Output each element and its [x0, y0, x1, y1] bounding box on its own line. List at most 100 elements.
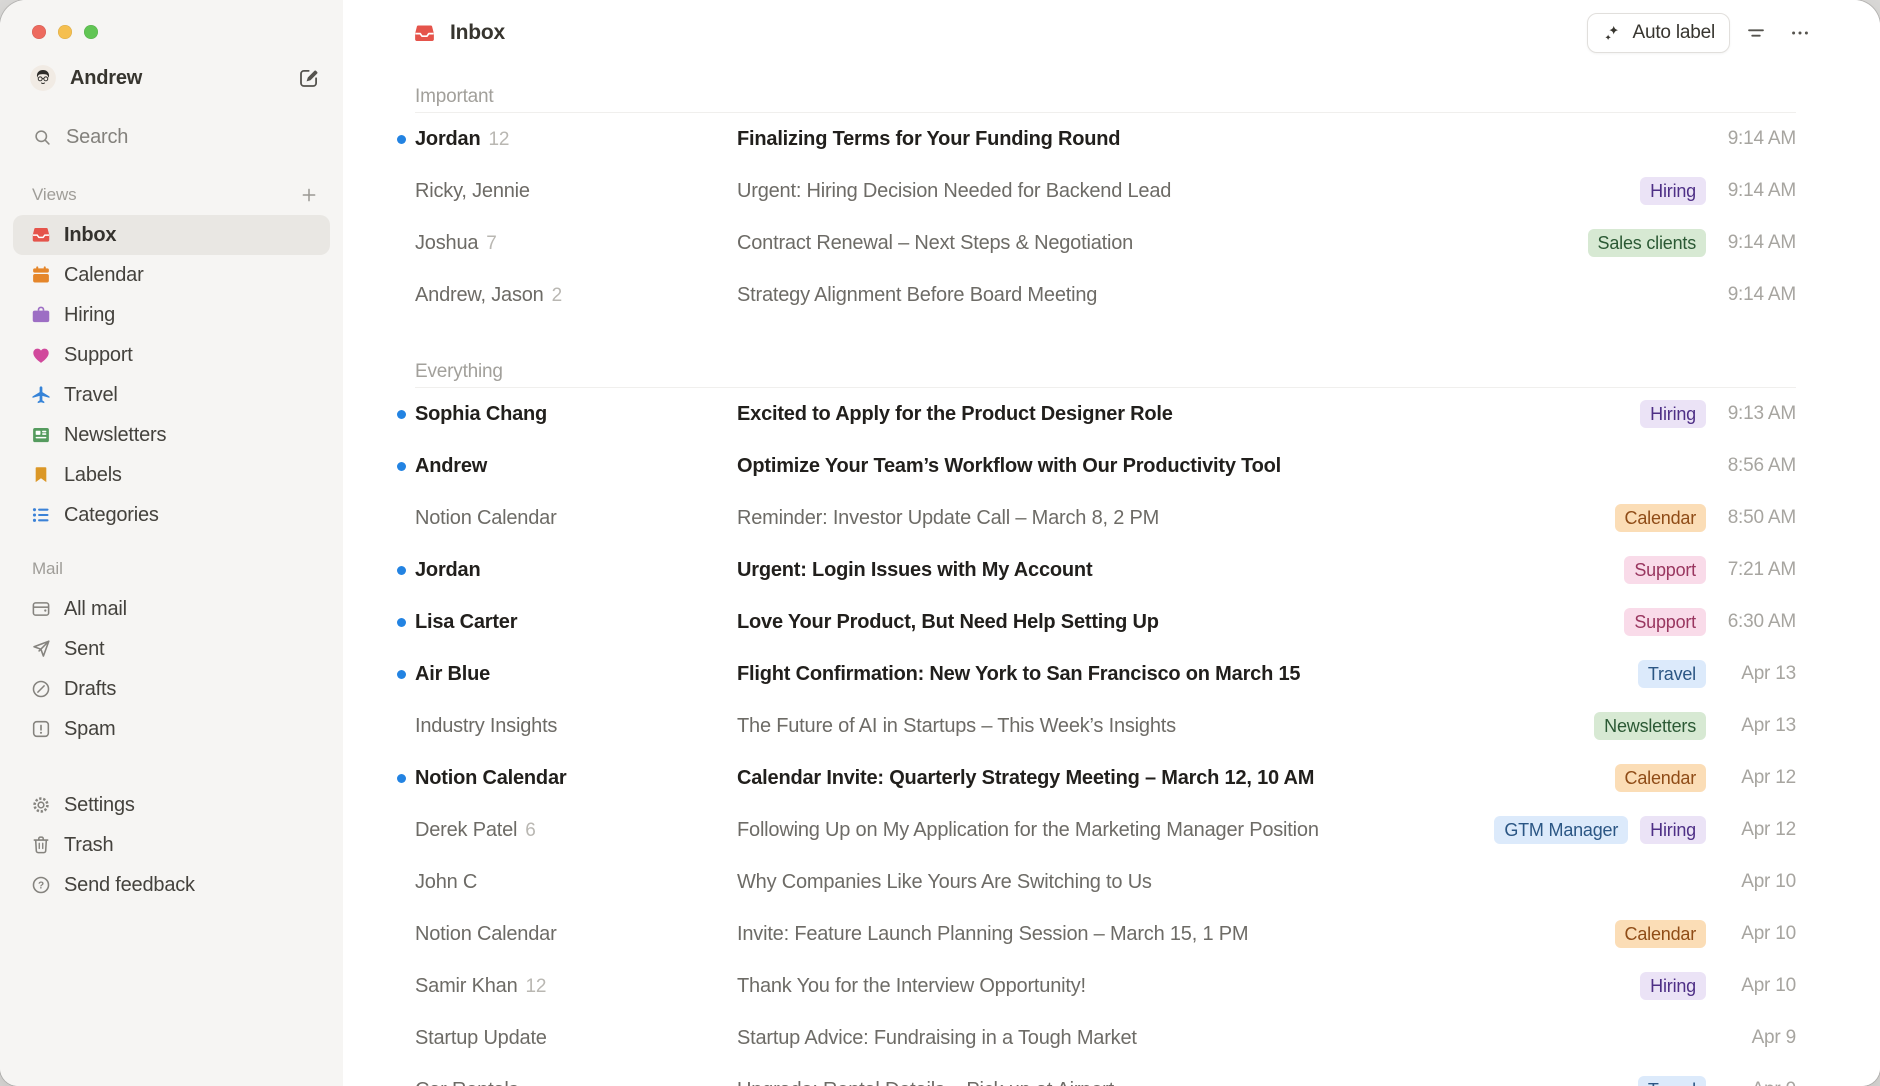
- inbox-icon: [412, 21, 437, 46]
- label-pill[interactable]: Hiring: [1640, 816, 1706, 844]
- plane-icon: [30, 384, 52, 406]
- auto-label-button[interactable]: Auto label: [1587, 13, 1730, 53]
- unread-indicator: [397, 135, 406, 144]
- email-row[interactable]: Notion CalendarInvite: Feature Launch Pl…: [343, 908, 1880, 960]
- labels-icon: [30, 464, 52, 486]
- email-row[interactable]: AndrewOptimize Your Team’s Workflow with…: [343, 440, 1880, 492]
- sidebar-item-send-feedback[interactable]: ?Send feedback: [13, 865, 330, 905]
- email-subject: Calendar Invite: Quarterly Strategy Meet…: [737, 767, 1615, 790]
- more-button[interactable]: [1782, 15, 1818, 51]
- email-sender: Samir Khan12: [415, 975, 737, 998]
- email-time: 9:13 AM: [1706, 403, 1796, 425]
- label-pill[interactable]: Hiring: [1640, 177, 1706, 205]
- label-pill[interactable]: Newsletters: [1594, 712, 1706, 740]
- search-button[interactable]: Search: [32, 125, 321, 149]
- sidebar-item-categories[interactable]: Categories: [13, 495, 330, 535]
- sidebar-item-labels[interactable]: Labels: [13, 455, 330, 495]
- drafts-icon: [30, 678, 52, 700]
- email-subject: Upgrade: Rental Details – Pick up at Air…: [737, 1079, 1638, 1086]
- sidebar-item-label: Settings: [64, 794, 135, 817]
- label-pill[interactable]: Support: [1624, 608, 1706, 636]
- label-pill[interactable]: Travel: [1638, 660, 1706, 688]
- sidebar-item-label: Drafts: [64, 678, 116, 701]
- email-sender: Sophia Chang: [415, 403, 737, 426]
- sidebar-item-spam[interactable]: Spam: [13, 709, 330, 749]
- sidebar-item-trash[interactable]: Trash: [13, 825, 330, 865]
- email-row[interactable]: JordanUrgent: Login Issues with My Accou…: [343, 544, 1880, 596]
- page-title: Inbox: [412, 21, 505, 46]
- email-row[interactable]: Car RentalsUpgrade: Rental Details – Pic…: [343, 1064, 1880, 1086]
- email-row[interactable]: Notion CalendarCalendar Invite: Quarterl…: [343, 752, 1880, 804]
- main-content: Inbox Auto label ImportantJordan12Finali…: [343, 0, 1880, 1086]
- sidebar-item-sent[interactable]: Sent: [13, 629, 330, 669]
- app-window: Andrew Search ViewsInboxCalendarHiringSu…: [0, 0, 1880, 1086]
- email-time: 9:14 AM: [1706, 232, 1796, 254]
- label-pill[interactable]: GTM Manager: [1494, 816, 1628, 844]
- window-control-minimize[interactable]: [58, 25, 72, 39]
- sidebar-item-settings[interactable]: Settings: [13, 785, 330, 825]
- email-row[interactable]: Samir Khan12Thank You for the Interview …: [343, 960, 1880, 1012]
- email-row[interactable]: Air BlueFlight Confirmation: New York to…: [343, 648, 1880, 700]
- email-subject: Strategy Alignment Before Board Meeting: [737, 284, 1706, 307]
- email-row[interactable]: Jordan12Finalizing Terms for Your Fundin…: [343, 113, 1880, 165]
- label-pill[interactable]: Calendar: [1615, 764, 1706, 792]
- email-row[interactable]: Joshua7Contract Renewal – Next Steps & N…: [343, 217, 1880, 269]
- label-pill[interactable]: Travel: [1638, 1076, 1706, 1086]
- email-row[interactable]: Derek Patel6Following Up on My Applicati…: [343, 804, 1880, 856]
- unread-indicator: [397, 774, 406, 783]
- sidebar-item-label: Labels: [64, 464, 122, 487]
- email-time: Apr 12: [1706, 819, 1796, 841]
- sidebar-item-hiring[interactable]: Hiring: [13, 295, 330, 335]
- label-pill[interactable]: Sales clients: [1588, 229, 1706, 257]
- calendar-icon: [30, 264, 52, 286]
- unread-indicator: [397, 618, 406, 627]
- email-sender: John C: [415, 871, 737, 894]
- email-sender: Lisa Carter: [415, 611, 737, 634]
- email-subject: Optimize Your Team’s Workflow with Our P…: [737, 455, 1706, 478]
- spam-icon: [30, 718, 52, 740]
- sidebar-item-travel[interactable]: Travel: [13, 375, 330, 415]
- email-row[interactable]: Ricky, JennieUrgent: Hiring Decision Nee…: [343, 165, 1880, 217]
- window-control-zoom[interactable]: [84, 25, 98, 39]
- email-subject: Thank You for the Interview Opportunity!: [737, 975, 1640, 998]
- label-pill[interactable]: Hiring: [1640, 972, 1706, 1000]
- sidebar-item-label: Categories: [64, 504, 159, 527]
- sidebar-item-calendar[interactable]: Calendar: [13, 255, 330, 295]
- account-name: Andrew: [70, 67, 142, 90]
- email-row[interactable]: Industry InsightsThe Future of AI in Sta…: [343, 700, 1880, 752]
- label-pill[interactable]: Hiring: [1640, 400, 1706, 428]
- email-time: Apr 10: [1706, 975, 1796, 997]
- sidebar-item-inbox[interactable]: Inbox: [13, 215, 330, 255]
- email-row[interactable]: John CWhy Companies Like Yours Are Switc…: [343, 856, 1880, 908]
- sidebar-section-title: Views: [32, 185, 77, 205]
- sidebar-item-newsletters[interactable]: Newsletters: [13, 415, 330, 455]
- avatar: [30, 65, 56, 91]
- email-row[interactable]: Lisa CarterLove Your Product, But Need H…: [343, 596, 1880, 648]
- unread-indicator: [397, 462, 406, 471]
- window-control-close[interactable]: [32, 25, 46, 39]
- email-sender: Andrew, Jason2: [415, 284, 737, 307]
- unread-indicator: [397, 566, 406, 575]
- label-pill[interactable]: Calendar: [1615, 920, 1706, 948]
- add-view-button[interactable]: [299, 185, 319, 205]
- email-row[interactable]: Andrew, Jason2Strategy Alignment Before …: [343, 269, 1880, 321]
- email-subject: Why Companies Like Yours Are Switching t…: [737, 871, 1706, 894]
- email-sender: Notion Calendar: [415, 767, 737, 790]
- thread-count: 7: [486, 233, 496, 255]
- sidebar-item-all-mail[interactable]: All mail: [13, 589, 330, 629]
- sidebar-item-label: Support: [64, 344, 133, 367]
- sidebar-section: MailAll mailSentDraftsSpam: [0, 557, 343, 749]
- email-row[interactable]: Startup UpdateStartup Advice: Fundraisin…: [343, 1012, 1880, 1064]
- sidebar-item-drafts[interactable]: Drafts: [13, 669, 330, 709]
- email-time: 7:21 AM: [1706, 559, 1796, 581]
- label-pill[interactable]: Calendar: [1615, 504, 1706, 532]
- email-row[interactable]: Sophia ChangExcited to Apply for the Pro…: [343, 388, 1880, 440]
- email-sender: Jordan12: [415, 128, 737, 151]
- label-pill[interactable]: Support: [1624, 556, 1706, 584]
- email-subject: Urgent: Login Issues with My Account: [737, 559, 1624, 582]
- filter-button[interactable]: [1738, 15, 1774, 51]
- sidebar-item-support[interactable]: Support: [13, 335, 330, 375]
- email-row[interactable]: Notion CalendarReminder: Investor Update…: [343, 492, 1880, 544]
- compose-button[interactable]: [297, 66, 321, 90]
- thread-count: 12: [488, 129, 509, 151]
